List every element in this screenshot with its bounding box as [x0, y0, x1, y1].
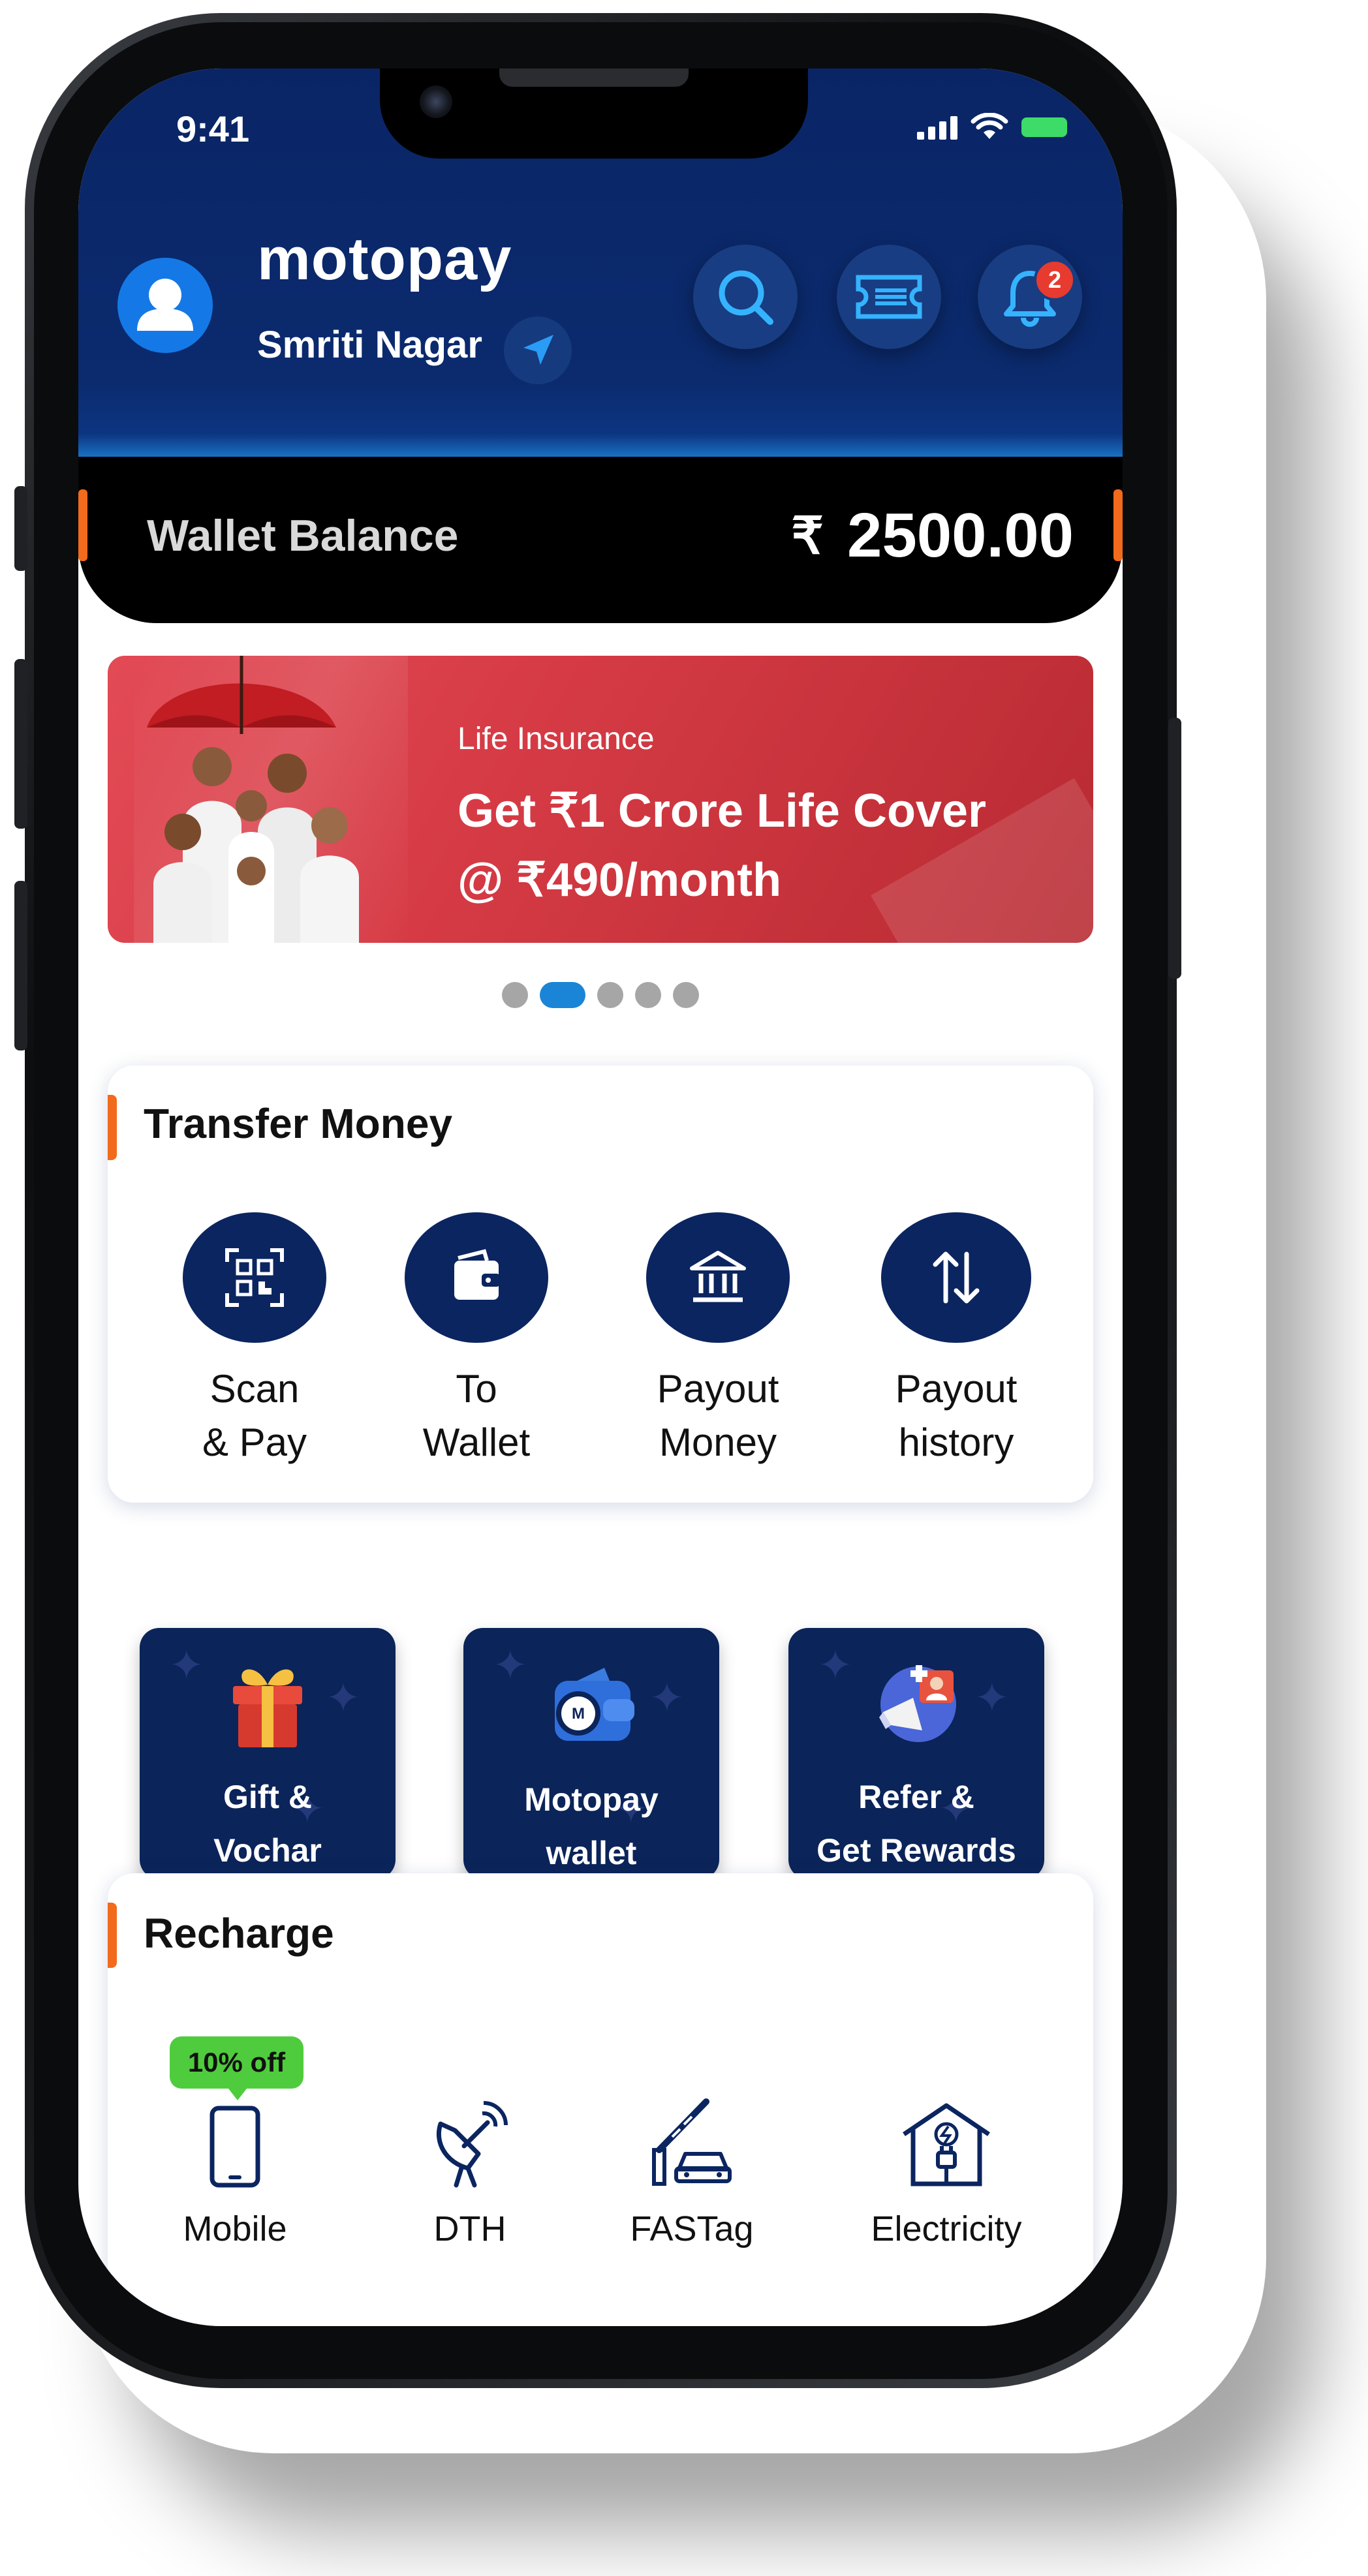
to-wallet-circle	[405, 1212, 548, 1343]
payout-history-circle	[881, 1212, 1031, 1343]
transfer-arrows-icon	[933, 1251, 980, 1304]
user-icon	[137, 279, 193, 331]
mobile-label: Mobile	[183, 2209, 287, 2248]
electricity-icon	[903, 2103, 990, 2186]
gift-voucher-tile[interactable]: ✦ ✦ ✦ Gift & Vochar	[140, 1628, 396, 1879]
fastag-recharge-button[interactable]: FASTag	[614, 2091, 770, 2249]
status-time: 9:41	[176, 108, 250, 149]
mobile-recharge-button[interactable]: Mobile	[170, 2091, 300, 2249]
wifi-icon	[971, 113, 1008, 139]
section-accent	[108, 1903, 117, 1968]
carousel-dot[interactable]	[673, 982, 699, 1008]
transfer-money-card: Transfer Money Scan & Pay To Wallet Payo…	[108, 1066, 1093, 1503]
fastag-label: FASTag	[630, 2209, 754, 2248]
bank-icon	[690, 1251, 746, 1302]
scan-pay-circle	[183, 1212, 326, 1343]
notification-button[interactable]: 2	[978, 245, 1082, 349]
payout-history-label: Payout history	[895, 1367, 1018, 1464]
payout-history-button[interactable]: Payout history	[858, 1212, 1054, 1469]
electricity-label: Electricity	[871, 2209, 1022, 2248]
location-button[interactable]	[504, 316, 572, 384]
ticket-icon	[856, 275, 922, 319]
avatar[interactable]	[117, 258, 213, 353]
header-glow	[78, 434, 1123, 460]
dth-label: DTH	[433, 2209, 506, 2248]
refer-rewards-label: Refer & Get Rewards	[816, 1779, 1016, 1869]
promo-banner[interactable]: Life Insurance Get ₹1 Crore Life Cover @…	[108, 656, 1093, 943]
battery-icon	[1021, 117, 1067, 137]
banner-title: Get ₹1 Crore Life Cover @ ₹490/month	[458, 785, 987, 906]
to-wallet-label: To Wallet	[422, 1367, 531, 1464]
mobile-icon-wrap	[170, 2091, 300, 2189]
transfer-money-title: Transfer Money	[144, 1100, 453, 1147]
app-screen: 9:41 motopay Smriti Nagar 2 Wallet Balan…	[78, 69, 1123, 2326]
search-button[interactable]	[693, 245, 798, 349]
carousel-dot-active[interactable]	[540, 982, 585, 1008]
refer-icon-wrap	[788, 1657, 1044, 1755]
scan-pay-label: Scan & Pay	[202, 1367, 307, 1464]
electricity-recharge-button[interactable]: Electricity	[855, 2091, 1038, 2249]
carousel-dot[interactable]	[502, 982, 528, 1008]
offer-badge: 10% off	[170, 2036, 303, 2100]
search-icon	[719, 270, 773, 325]
electricity-icon-wrap	[855, 2091, 1038, 2189]
motopay-wallet-icon-wrap: M	[463, 1657, 719, 1755]
mobile-icon	[210, 2106, 260, 2188]
wallet-amount-group: ₹ 2500.00	[791, 500, 1074, 572]
ticket-button[interactable]	[837, 245, 941, 349]
currency-symbol: ₹	[791, 506, 824, 564]
qr-scan-icon	[225, 1248, 284, 1307]
payout-money-label: Payout Money	[657, 1367, 779, 1464]
volume-down-button	[14, 881, 27, 1050]
payout-money-button[interactable]: Payout Money	[620, 1212, 816, 1469]
wallet-accent-right	[1113, 489, 1123, 561]
carousel-dot[interactable]	[597, 982, 623, 1008]
volume-up-button	[14, 659, 27, 829]
wallet-amount: 2500.00	[847, 500, 1074, 570]
signal-icon	[917, 115, 957, 140]
to-wallet-button[interactable]: To Wallet	[379, 1212, 574, 1469]
status-icons	[917, 113, 1067, 140]
navigation-arrow-icon	[523, 335, 553, 365]
power-button	[1168, 718, 1181, 979]
motopay-wallet-icon: M	[555, 1668, 634, 1741]
dth-recharge-button[interactable]: DTH	[405, 2091, 535, 2249]
location-label[interactable]: Smriti Nagar	[257, 323, 482, 367]
gift-voucher-label: Gift & Vochar	[213, 1779, 322, 1869]
svg-text:M: M	[572, 1705, 585, 1723]
scan-pay-button[interactable]: Scan & Pay	[157, 1212, 352, 1469]
wallet-icon	[454, 1249, 500, 1300]
earpiece-speaker	[499, 69, 689, 87]
wallet-balance-card[interactable]: Wallet Balance ₹ 2500.00	[78, 457, 1123, 623]
carousel-dot[interactable]	[635, 982, 661, 1008]
dth-icon-wrap	[405, 2091, 535, 2189]
recharge-title: Recharge	[144, 1910, 334, 1957]
fastag-icon-wrap	[614, 2091, 770, 2189]
front-camera	[420, 85, 452, 118]
satellite-dish-icon	[436, 2101, 508, 2188]
banner-subtitle: Life Insurance	[458, 722, 655, 756]
brand-name: motopay	[257, 226, 512, 292]
gift-icon	[233, 1669, 302, 1747]
payout-money-circle	[646, 1212, 790, 1343]
section-accent	[108, 1095, 117, 1160]
refer-megaphone-icon	[879, 1665, 956, 1742]
carousel-dots	[78, 982, 1123, 1008]
fastag-icon	[652, 2098, 732, 2186]
gift-icon-wrap	[140, 1657, 396, 1755]
silent-switch	[14, 486, 27, 571]
motopay-wallet-tile[interactable]: ✦ ✦ ✦ M Motopay wallet	[463, 1628, 719, 1879]
notification-badge: 2	[1034, 259, 1076, 301]
wallet-accent-left	[78, 489, 87, 561]
wallet-label: Wallet Balance	[147, 511, 459, 560]
motopay-wallet-label: Motopay wallet	[524, 1781, 659, 1871]
refer-rewards-tile[interactable]: ✦ ✦ ✦ Refer & Get Rewards	[788, 1628, 1044, 1879]
family-umbrella-illustration	[147, 656, 359, 943]
